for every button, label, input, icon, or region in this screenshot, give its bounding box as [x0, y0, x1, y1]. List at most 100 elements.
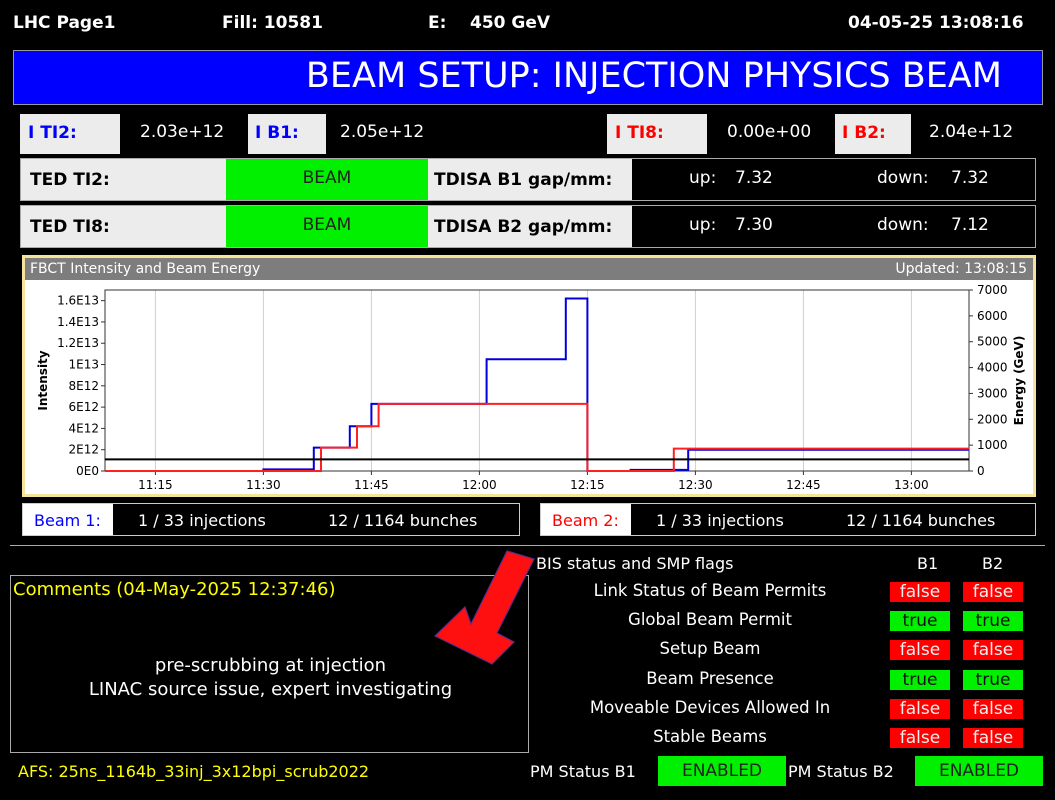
energy-value: 450 GeV	[470, 13, 551, 33]
bis-flag-b1: false	[890, 640, 950, 661]
pm-b2-label: PM Status B2	[788, 762, 894, 781]
bis-flag-b2: true	[963, 611, 1023, 632]
mode-banner-title: BEAM SETUP: INJECTION PHYSICS BEAM	[305, 56, 1002, 96]
y-axis-label: Intensity	[36, 350, 50, 410]
y-tick-label: 0E0	[76, 464, 99, 478]
bis-row-label: Setup Beam	[659, 639, 761, 659]
x-tick-label: 11:45	[354, 478, 389, 492]
bis-flag-b2: false	[963, 640, 1023, 661]
x-tick-label: 13:00	[894, 478, 929, 492]
i-ti2-label: I TI2:	[20, 114, 120, 154]
tdisa-b2-label: TDISA B2 gap/mm:	[428, 206, 632, 247]
i-b2-label: I B2:	[835, 114, 911, 154]
chart-updated: Updated: 13:08:15	[895, 261, 1027, 277]
beam2-injections: 1 / 33 injections	[656, 511, 784, 530]
x-tick-label: 11:30	[246, 478, 281, 492]
fill-number: Fill: 10581	[222, 13, 323, 33]
comment-line-2: LINAC source issue, expert investigating	[88, 679, 453, 700]
tdisa-b2-down-value: 7.12	[951, 215, 989, 235]
chart-titlebar: FBCT Intensity and Beam Energy Updated: …	[25, 258, 1033, 280]
beam1-bunches: 12 / 1164 bunches	[328, 511, 478, 530]
pm-b1-label: PM Status B1	[530, 762, 636, 781]
bis-row-label: Global Beam Permit	[628, 610, 792, 630]
bis-col-b1: B1	[917, 554, 939, 573]
beam1-label: Beam 1:	[23, 504, 113, 535]
y2-tick-label: 1000	[977, 438, 1008, 452]
bis-row-label: Moveable Devices Allowed In	[589, 697, 831, 717]
y-tick-label: 8E12	[69, 379, 100, 393]
bis-title: BIS status and SMP flags	[536, 554, 734, 573]
i-ti8-label: I TI8:	[607, 114, 707, 154]
y2-axis-label: Energy (GeV)	[1012, 336, 1026, 426]
y-tick-label: 1E13	[69, 358, 100, 372]
x-tick-label: 12:30	[678, 478, 713, 492]
y2-tick-label: 0	[977, 464, 985, 478]
tdisa-b1-label: TDISA B1 gap/mm:	[428, 159, 632, 200]
bis-flag-b2: false	[963, 728, 1023, 748]
bis-row-label: Link Status of Beam Permits	[593, 581, 827, 600]
bis-flag-b1: false	[890, 728, 950, 748]
afs-label: AFS: 25ns_1164b_33inj_3x12bpi_scrub2022	[18, 762, 370, 781]
beam2-info: Beam 2: 1 / 33 injections 12 / 1164 bunc…	[540, 503, 1036, 536]
beam1-injections: 1 / 33 injections	[138, 511, 266, 530]
bis-flag-b1: true	[890, 669, 950, 690]
y-tick-label: 2E12	[69, 443, 100, 457]
y-tick-label: 1.4E13	[57, 315, 99, 329]
bis-row-label: Stable Beams	[653, 727, 767, 746]
ted-ti8-label: TED TI8:	[21, 206, 226, 247]
fbct-chart: 0E0 2E12 4E12 6E12 8E12 1E13 1.2E13 1.4E13 1.6E1…	[36, 283, 1026, 492]
i-b2-value: 2.04e+12	[929, 122, 1014, 142]
fbct-chart-panel: FBCT Intensity and Beam Energy Updated: …	[22, 255, 1036, 497]
ted-ti2-row: TED TI2: BEAM TDISA B1 gap/mm: up: 7.32 …	[20, 158, 1036, 201]
ted-ti8-row: TED TI8: BEAM TDISA B2 gap/mm: up: 7.30 …	[20, 205, 1036, 248]
section-divider	[10, 545, 1045, 546]
tdisa-b2-up-label: up:	[689, 215, 717, 235]
red-arrow-icon	[433, 550, 535, 665]
comments-title: Comments (04-May-2025 12:37:46)	[13, 579, 336, 600]
y2-tick-label: 5000	[977, 335, 1008, 349]
y2-tick-label: 3000	[977, 386, 1008, 400]
plot-frame	[104, 289, 970, 472]
beam2-label: Beam 2:	[541, 504, 631, 535]
beam1-info: Beam 1: 1 / 33 injections 12 / 1164 bunc…	[22, 503, 520, 536]
bis-flag-b1: false	[890, 582, 950, 602]
bis-flag-b1: true	[890, 611, 950, 632]
series-line-0	[105, 297, 969, 472]
x-tick-label: 11:15	[138, 478, 173, 492]
i-b1-label: I B1:	[248, 114, 326, 154]
datetime: 04-05-25 13:08:16	[848, 13, 1024, 33]
x-tick-label: 12:45	[786, 478, 821, 492]
y-tick-label: 4E12	[69, 421, 100, 435]
mode-banner: BEAM SETUP: INJECTION PHYSICS BEAM	[13, 50, 1043, 105]
tdisa-b2-down-label: down:	[877, 215, 929, 235]
energy-label: E:	[428, 13, 447, 33]
tdisa-b1-down-label: down:	[877, 168, 929, 188]
y-tick-label: 1.2E13	[57, 336, 99, 350]
series-line-1	[105, 402, 969, 472]
ted-ti8-status: BEAM	[226, 206, 428, 247]
ted-ti2-label: TED TI2:	[21, 159, 226, 200]
y2-tick-label: 6000	[977, 309, 1008, 323]
y2-tick-label: 7000	[977, 283, 1008, 297]
bis-flag-b2: false	[963, 582, 1023, 602]
bis-flag-b2: false	[963, 698, 1023, 719]
chart-title: FBCT Intensity and Beam Energy	[30, 261, 261, 277]
x-tick-label: 12:00	[462, 478, 497, 492]
tdisa-b1-up-value: 7.32	[735, 168, 773, 188]
page-name: LHC Page1	[13, 13, 116, 33]
y2-tick-label: 4000	[977, 361, 1008, 375]
ted-ti2-status: BEAM	[226, 159, 428, 200]
beam2-bunches: 12 / 1164 bunches	[846, 511, 996, 530]
x-tick-label: 12:15	[570, 478, 605, 492]
y2-tick-label: 2000	[977, 412, 1008, 426]
pm-b2-status: ENABLED	[915, 756, 1043, 786]
i-b1-value: 2.05e+12	[340, 122, 425, 142]
bis-flag-b2: true	[963, 669, 1023, 690]
i-ti2-value: 2.03e+12	[140, 122, 225, 142]
tdisa-b1-down-value: 7.32	[951, 168, 989, 188]
bis-col-b2: B2	[982, 554, 1004, 573]
pm-b1-status: ENABLED	[658, 756, 786, 786]
bis-row-label: Beam Presence	[646, 668, 774, 688]
y-tick-label: 6E12	[69, 400, 100, 414]
bis-flag-b1: false	[890, 698, 950, 719]
